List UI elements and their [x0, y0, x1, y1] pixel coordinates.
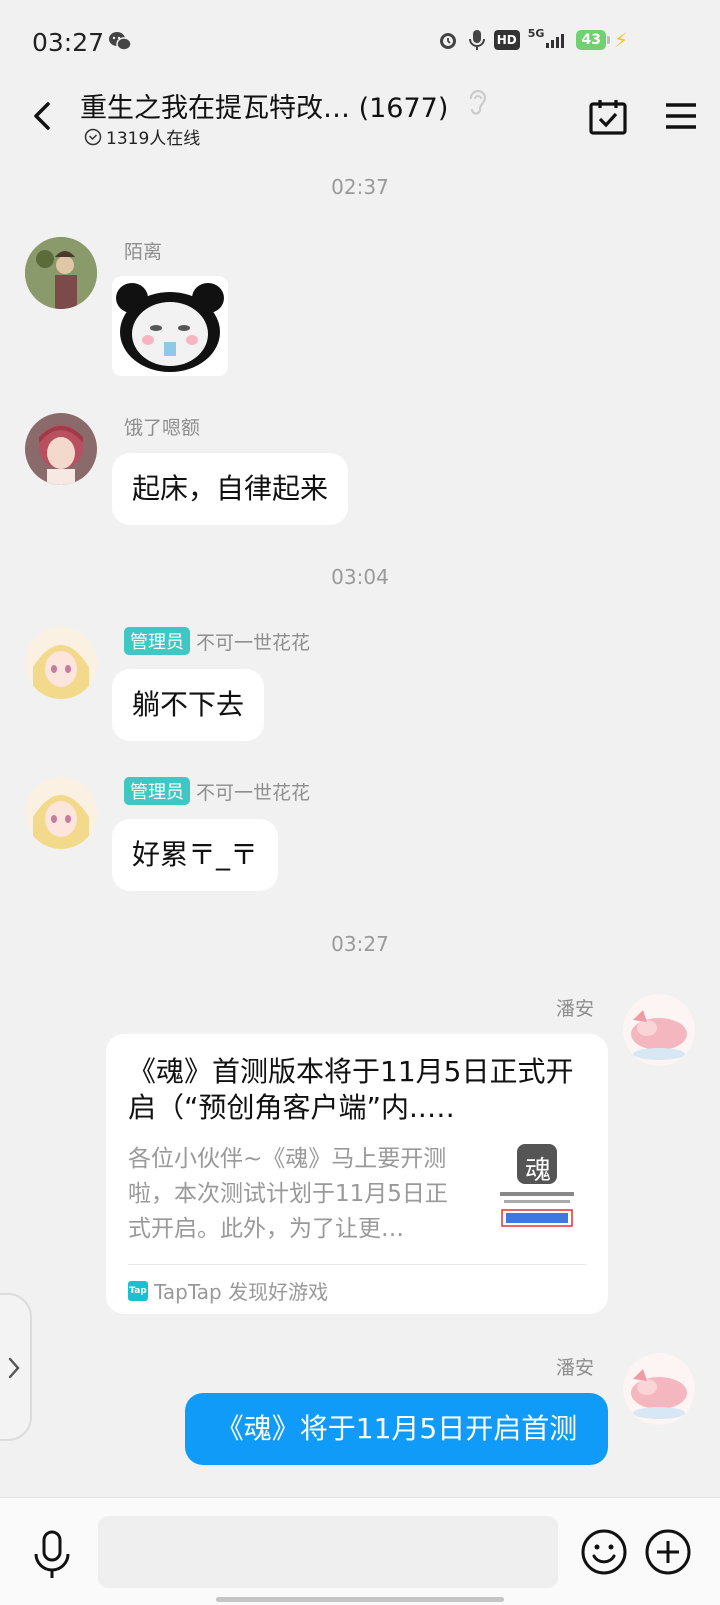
admin-badge: 管理员 — [124, 777, 190, 805]
message-bubble[interactable]: 躺不下去 — [112, 669, 265, 741]
timestamp: 03:27 — [331, 932, 389, 956]
sender-name: 不可一世花花 — [196, 781, 311, 804]
back-arrow-icon[interactable] — [24, 96, 60, 136]
card-divider — [128, 1264, 586, 1265]
message-bubble[interactable]: 起床，自律起来 — [112, 453, 349, 525]
sender-line: 管理员 不可一世花花 — [124, 777, 310, 805]
link-card[interactable]: 《魂》首测版本将于11月5日正式开启（“预创角客户端”内..… 各位小伙伴~《魂… — [106, 1034, 608, 1314]
avatar[interactable] — [25, 237, 97, 309]
card-source-label: TapTap 发现好游戏 — [154, 1280, 329, 1304]
plus-icon[interactable] — [644, 1528, 692, 1576]
thumb-logo-text: 魂 — [525, 1156, 552, 1186]
message-bubble-self[interactable]: 《魂》将于11月5日开启首测 — [185, 1393, 608, 1465]
card-source: Tap TapTap 发现好游戏 — [128, 1276, 328, 1305]
chat-header: 重生之我在提瓦特改… (1677) 1319人在线 — [0, 80, 720, 160]
chat-title[interactable]: 重生之我在提瓦特改… (1677) — [80, 86, 448, 125]
avatar[interactable] — [623, 994, 695, 1066]
network-label: 5G — [527, 27, 545, 40]
menu-icon[interactable] — [664, 100, 698, 132]
input-bar — [0, 1497, 720, 1605]
sender-name: 潘安 — [555, 1357, 594, 1379]
timestamp: 02:37 — [331, 175, 389, 199]
panda-sticker[interactable] — [112, 276, 228, 376]
avatar[interactable] — [25, 413, 97, 485]
charging-icon: ⚡ — [613, 28, 628, 52]
online-check-icon — [84, 128, 102, 145]
mic-icon — [468, 30, 485, 50]
avatar[interactable] — [25, 777, 97, 849]
card-thumbnail: 魂 — [492, 1142, 582, 1234]
sender-line: 管理员 不可一世花花 — [124, 627, 310, 655]
status-bar: 03:27 HD 5G 43 ⚡ — [0, 0, 720, 80]
avatar[interactable] — [623, 1353, 695, 1425]
battery-icon: 43 — [576, 30, 611, 50]
chevron-right-icon — [8, 1357, 20, 1379]
message-input[interactable] — [98, 1516, 558, 1588]
signal-icon: 5G — [528, 28, 569, 52]
sender-name: 不可一世花花 — [196, 631, 311, 654]
card-title: 《魂》首测版本将于11月5日正式开启（“预创角客户端”内..… — [128, 1055, 574, 1124]
hd-icon: HD — [493, 30, 520, 50]
emoji-icon[interactable] — [580, 1528, 628, 1576]
online-count: 1319人在线 — [84, 124, 200, 149]
wechat-icon — [109, 32, 132, 51]
sender-name: 陌离 — [124, 241, 163, 263]
taptap-icon: Tap — [128, 1280, 148, 1301]
calendar-check-icon[interactable] — [588, 98, 628, 136]
card-description: 各位小伙伴~《魂》马上要开测啦，本次测试计划于11月5日正式开启。此外，为了让更… — [128, 1146, 448, 1242]
ear-icon — [469, 89, 487, 115]
alarm-icon — [439, 33, 456, 49]
voice-mic-icon[interactable] — [30, 1528, 74, 1580]
timestamp: 03:04 — [331, 565, 389, 589]
sender-name: 饿了嗯额 — [124, 417, 201, 439]
admin-badge: 管理员 — [124, 627, 190, 655]
online-count-label: 1319人在线 — [106, 129, 201, 149]
status-time: 03:27 — [32, 28, 105, 57]
side-drawer-tab[interactable] — [0, 1293, 32, 1441]
avatar[interactable] — [25, 627, 97, 699]
sender-name: 潘安 — [555, 998, 594, 1020]
message-bubble[interactable]: 好累〒_〒 — [112, 819, 279, 891]
home-indicator[interactable] — [216, 1597, 504, 1602]
